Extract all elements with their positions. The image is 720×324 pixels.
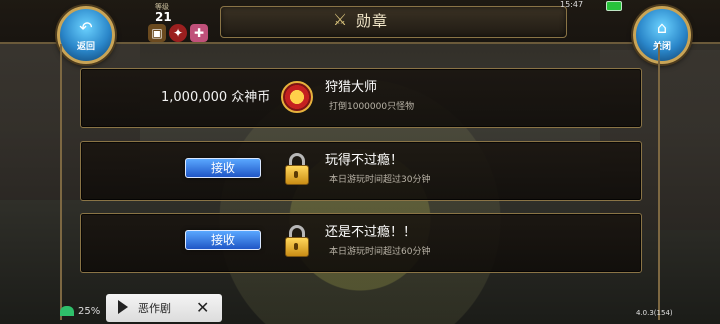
page-title: 勋章: [356, 12, 389, 30]
receive-button[interactable]: 接收: [185, 230, 261, 250]
achievement-row: 接收 玩得不过瘾！ 本日游玩时间超过30分钟: [80, 141, 642, 201]
receive-button[interactable]: 接收: [185, 158, 261, 178]
bottom-toast[interactable]: 恶作剧 ✕: [106, 294, 222, 322]
bottom-toast-label: 恶作剧: [138, 302, 171, 315]
lock-icon: [285, 153, 309, 185]
level-value: 21: [155, 10, 172, 24]
title-plate: [220, 6, 567, 38]
version-label: 4.0.3(154): [636, 309, 673, 317]
gift-icon[interactable]: ✚: [190, 24, 208, 42]
achievement-row: 1,000,000 众神币 狩猎大师 打倒1000000只怪物: [80, 68, 642, 128]
achievement-row: 接收 还是不过瘾！！ 本日游玩时间超过60分钟: [80, 213, 642, 273]
achievement-description: 打倒1000000只怪物: [329, 102, 415, 112]
play-icon[interactable]: [118, 300, 128, 314]
crossed-swords-icon: ⚔: [332, 10, 348, 29]
close-icon[interactable]: ✕: [196, 298, 209, 317]
wifi-icon: [60, 306, 74, 316]
achievement-description: 本日游玩时间超过60分钟: [329, 247, 431, 257]
battery-icon: [606, 1, 622, 11]
achievement-description: 本日游玩时间超过30分钟: [329, 175, 431, 185]
medal-icon[interactable]: ✦: [169, 24, 187, 42]
medal-icon: [281, 81, 313, 113]
treasure-chest-icon[interactable]: ▣: [148, 24, 166, 42]
achievement-title: 狩猎大师: [325, 80, 378, 95]
achievement-title: 还是不过瘾！！: [325, 225, 417, 240]
network-percent: 25%: [78, 306, 101, 317]
network-indicator: 25%: [60, 306, 100, 322]
level-badge: 等级 21: [145, 2, 175, 24]
reward-amount: 1,000,000 众神币: [161, 90, 271, 105]
clock: 15:47: [560, 0, 584, 9]
achievement-title: 玩得不过瘾！: [325, 153, 404, 168]
back-arrow-icon: ↶: [79, 18, 93, 37]
lock-icon: [285, 225, 309, 257]
mini-icon-bar: ▣ ✦ ✚: [148, 24, 208, 42]
home-icon: ⌂: [656, 18, 668, 37]
